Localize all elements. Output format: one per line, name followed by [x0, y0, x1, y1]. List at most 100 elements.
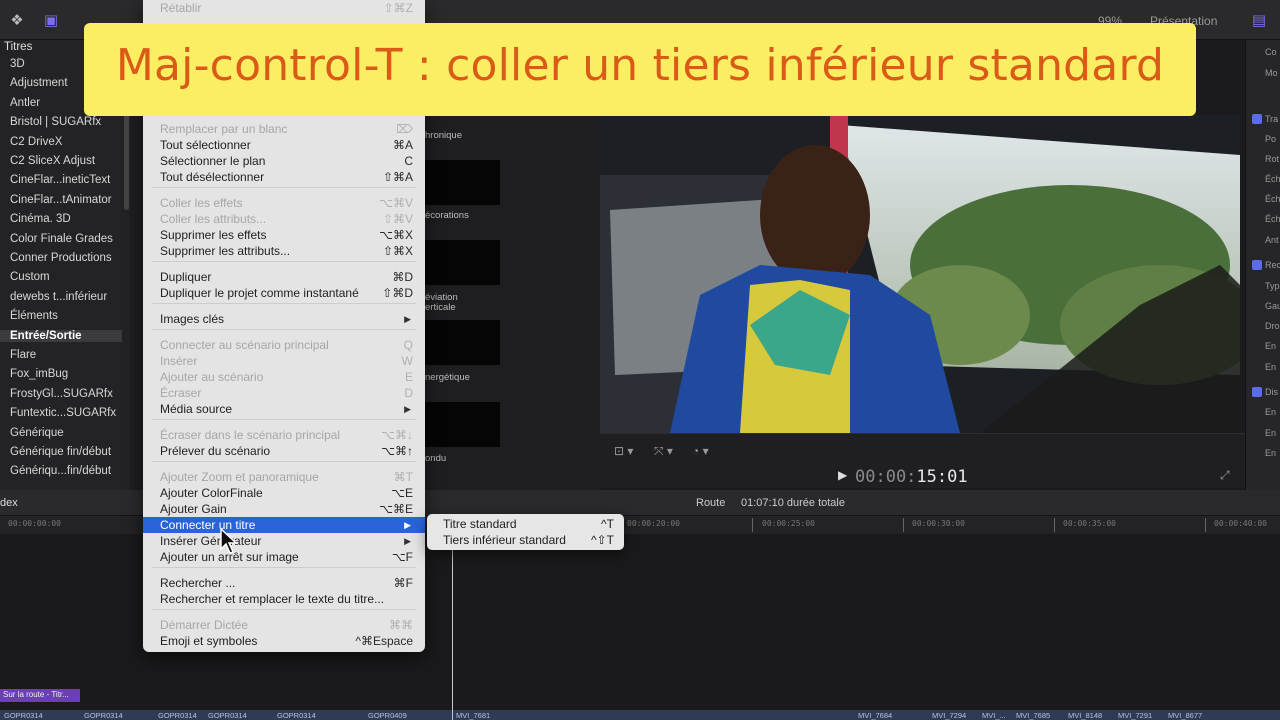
- menu-separator: [152, 261, 416, 262]
- menu-item-label: Coller les effets: [160, 196, 243, 210]
- sidebar-item[interactable]: Conner Productions: [10, 252, 112, 264]
- inspector-checkbox[interactable]: [1252, 114, 1262, 124]
- sidebar-item[interactable]: FrostyGl...SUGARfx: [10, 388, 113, 400]
- menu-item[interactable]: Images clés ▶: [143, 311, 425, 327]
- video-viewer[interactable]: [600, 115, 1240, 433]
- sidebar-item[interactable]: Bristol | SUGARfx: [10, 116, 101, 128]
- sidebar-item[interactable]: Fox_imBug: [10, 368, 68, 380]
- menu-item-shortcut: ⌘⌘: [389, 618, 413, 632]
- clip-label: GOPR0314: [158, 711, 197, 720]
- menu-item-shortcut: ⌘F: [393, 576, 413, 590]
- timecode-dim: 00:00:: [855, 467, 917, 487]
- menu-item-shortcut: ⇧⌘V: [382, 212, 413, 226]
- clip-label: GOPR0409: [368, 711, 407, 720]
- inspector-checkbox[interactable]: [1252, 260, 1262, 270]
- ruler-tick-mark: [903, 518, 904, 532]
- menu-item-shortcut: ⇧⌘Z: [383, 1, 413, 15]
- title-thumbnail[interactable]: [425, 320, 500, 365]
- title-thumbnail[interactable]: [425, 402, 500, 447]
- menu-item[interactable]: Ajouter ColorFinale ⌥E: [143, 485, 425, 501]
- menu-item-shortcut: C: [404, 154, 413, 168]
- menu-item[interactable]: Supprimer les attributs... ⇧⌘X: [143, 243, 425, 259]
- sidebar-item[interactable]: Antler: [10, 97, 40, 109]
- fullscreen-icon[interactable]: ⤢: [1220, 468, 1230, 483]
- sidebar-item[interactable]: CineFlar...ineticText: [10, 174, 110, 186]
- menu-item[interactable]: Ajouter un arrêt sur image ⌥F: [143, 549, 425, 565]
- menu-item-label: Connecter au scénario principal: [160, 338, 329, 352]
- thumb-label: écorations: [425, 210, 469, 221]
- menu-item[interactable]: Emoji et symboles ^⌘Espace: [143, 633, 425, 649]
- inspector-label: En: [1265, 362, 1277, 372]
- index-label[interactable]: dex: [0, 497, 18, 509]
- menu-item[interactable]: Rechercher et remplacer le texte du titr…: [143, 591, 425, 607]
- menu-separator: [152, 329, 416, 330]
- sidebar-item[interactable]: Générique: [10, 427, 64, 439]
- menu-item-tiers-inferieur-standard[interactable]: Tiers inférieur standard ^⇧T: [427, 532, 624, 548]
- title-clip[interactable]: Sur la route - Titr...: [0, 689, 80, 702]
- menu-item: Écraser dans le scénario principal ⌥⌘↓: [143, 427, 425, 443]
- menu-item-label: Coller les attributs...: [160, 212, 267, 226]
- sidebar-item[interactable]: Entrée/Sortie: [0, 329, 122, 342]
- sidebar-item[interactable]: Générique fin/début: [10, 446, 111, 458]
- sidebar-item[interactable]: 3D: [10, 58, 25, 70]
- menu-item: Insérer W: [143, 353, 425, 369]
- menu-item[interactable]: Supprimer les effets ⌥⌘X: [143, 227, 425, 243]
- thumb-label: ondu: [425, 453, 447, 464]
- menu-item-shortcut: ⌘A: [392, 138, 413, 152]
- speed-menu-icon[interactable]: ◔ ▾: [692, 444, 709, 458]
- title-thumbnail[interactable]: [425, 160, 500, 205]
- sidebar-item[interactable]: Color Finale Grades: [10, 233, 113, 245]
- sidebar-item[interactable]: C2 SliceX Adjust: [10, 155, 95, 167]
- menu-item-titre-standard[interactable]: Titre standard ^T: [427, 516, 624, 532]
- sidebar-item[interactable]: Éléments: [10, 310, 58, 322]
- menu-item-label: Emoji et symboles: [160, 634, 258, 648]
- transform-menu-icon[interactable]: ⤧ ▾: [654, 444, 673, 459]
- sidebar-scrollbar[interactable]: [124, 100, 129, 210]
- sidebar-item[interactable]: Cinéma. 3D: [10, 213, 71, 225]
- menu-item[interactable]: Sélectionner le plan C: [143, 153, 425, 169]
- menu-item[interactable]: Tout sélectionner ⌘A: [143, 137, 425, 153]
- inspector-checkbox[interactable]: [1252, 387, 1262, 397]
- inspector-label: Co: [1265, 47, 1277, 57]
- libraries-icon[interactable]: ❖: [8, 12, 26, 30]
- menu-item[interactable]: Prélever du scénario ⌥⌘↑: [143, 443, 425, 459]
- menu-item[interactable]: Ajouter Gain ⌥⌘E: [143, 501, 425, 517]
- sidebar-item[interactable]: Custom: [10, 271, 50, 283]
- sidebar-item[interactable]: dewebs t...inférieur: [10, 291, 107, 303]
- sidebar-item[interactable]: C2 DriveX: [10, 136, 62, 148]
- ruler-tick: 00:00:40:00: [1214, 519, 1267, 528]
- play-icon[interactable]: ▶: [838, 468, 847, 482]
- menu-item-label: Tout sélectionner: [160, 138, 251, 152]
- playhead[interactable]: [452, 534, 453, 720]
- inspector-toggle-icon[interactable]: ▤: [1250, 12, 1268, 30]
- titles-generators-icon[interactable]: ▣: [42, 12, 60, 30]
- menu-item-label: Sélectionner le plan: [160, 154, 266, 168]
- sidebar-item[interactable]: Funtextic...SUGARfx: [10, 407, 116, 419]
- viewer-display-menu-icon[interactable]: ⊡ ▾: [614, 444, 633, 458]
- menu-item-label: Rétablir: [160, 1, 202, 15]
- title-thumbnail[interactable]: [425, 240, 500, 285]
- ruler-tick-mark: [1054, 518, 1055, 532]
- inspector-label: Tra: [1265, 114, 1279, 124]
- menu-item-label: Connecter un titre: [160, 518, 256, 532]
- menu-item-label: Démarrer Dictée: [160, 618, 249, 632]
- menu-item-shortcut: ⌥⌘V: [379, 196, 413, 210]
- menu-item[interactable]: Insérer Générateur ▶: [143, 533, 425, 549]
- inspector-label: Gau: [1265, 301, 1280, 311]
- menu-item: Démarrer Dictée ⌘⌘: [143, 617, 425, 633]
- project-duration: 01:07:10 durée totale: [741, 497, 845, 509]
- inspector-label: En: [1265, 428, 1277, 438]
- menu-item[interactable]: Rechercher ... ⌘F: [143, 575, 425, 591]
- sidebar-item[interactable]: Flare: [10, 349, 36, 361]
- sidebar-item[interactable]: CineFlar...tAnimator: [10, 194, 112, 206]
- menu-item-shortcut: W: [401, 354, 413, 368]
- menu-item[interactable]: Dupliquer ⌘D: [143, 269, 425, 285]
- menu-item[interactable]: Connecter un titre ▶: [143, 517, 425, 533]
- clip-label: GOPR0314: [4, 711, 43, 720]
- sidebar-item[interactable]: Adjustment: [10, 77, 68, 89]
- menu-item[interactable]: Dupliquer le projet comme instantané ⇧⌘D: [143, 285, 425, 301]
- menu-item[interactable]: Tout désélectionner ⇧⌘A: [143, 169, 425, 185]
- sidebar-item[interactable]: Génériqu...fin/début: [10, 465, 111, 477]
- menu-item[interactable]: Média source ▶: [143, 401, 425, 417]
- menu-item-shortcut: ⌥⌘↑: [381, 444, 413, 458]
